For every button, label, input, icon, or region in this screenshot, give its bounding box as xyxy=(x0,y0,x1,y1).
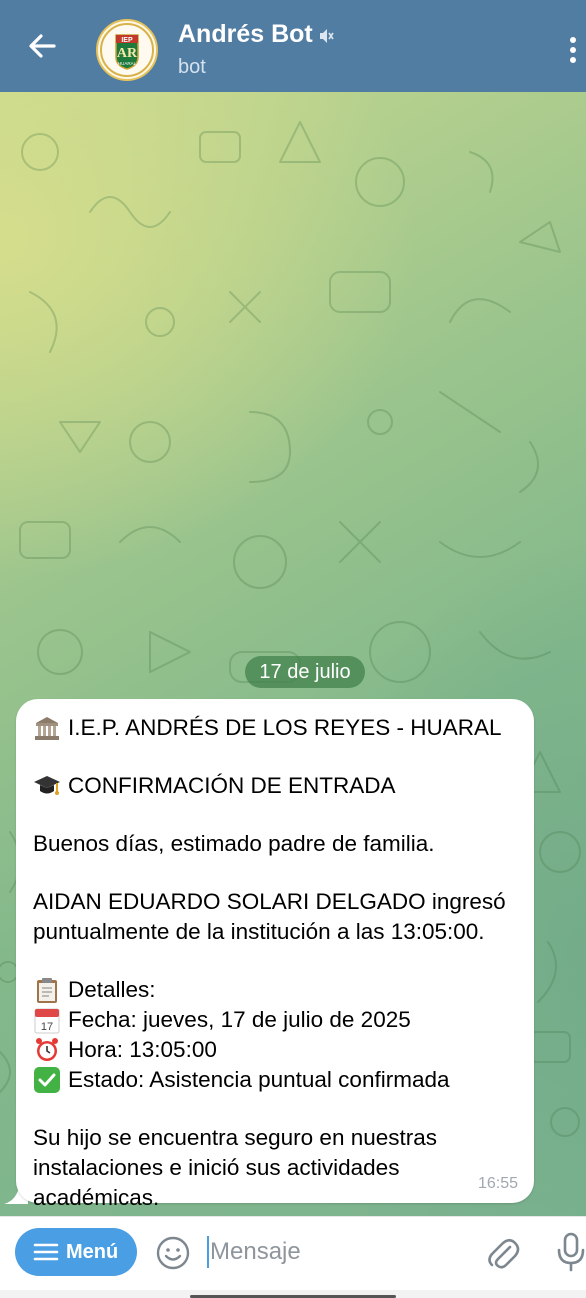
greeting-line: Buenos días, estimado padre de familia. xyxy=(33,831,435,856)
alarm-clock-icon xyxy=(36,1038,58,1061)
school-name-line: I.E.P. ANDRÉS DE LOS REYES - HUARAL xyxy=(68,715,502,740)
message-timestamp: 16:55 xyxy=(477,1175,518,1192)
student-line-2: puntualmente de la institución a las 13:… xyxy=(33,919,485,944)
date-separator: 17 de julio xyxy=(245,656,365,688)
estado-line: Estado: Asistencia puntual confirmada xyxy=(68,1067,450,1092)
chat-area[interactable]: 17 de julio I.E.P. ANDRÉS DE LOS REYES -… xyxy=(0,92,586,1216)
text-cursor xyxy=(207,1236,209,1268)
emoji-icon[interactable] xyxy=(155,1235,191,1271)
student-line-1: AIDAN EDUARDO SOLARI DELGADO ingresó xyxy=(33,889,506,914)
fecha-line: Fecha: jueves, 17 de julio de 2025 xyxy=(68,1007,411,1032)
school-logo-icon: IEP AR HUARAL xyxy=(100,23,154,77)
message-bubble[interactable]: I.E.P. ANDRÉS DE LOS REYES - HUARAL CONF… xyxy=(16,699,534,1210)
confirmation-title-line: CONFIRMACIÓN DE ENTRADA xyxy=(68,773,396,798)
avatar-text-bottom: HUARAL xyxy=(118,61,137,66)
message-input-bar: Menú xyxy=(0,1216,586,1291)
graduation-cap-icon xyxy=(34,776,60,795)
closing-line-3: académicas. xyxy=(33,1185,160,1210)
microphone-icon[interactable] xyxy=(556,1231,586,1273)
bot-menu-button[interactable]: Menú xyxy=(15,1228,137,1276)
details-title: Detalles: xyxy=(68,977,156,1002)
check-mark-icon xyxy=(34,1067,60,1093)
chat-subtitle: bot xyxy=(178,56,206,78)
bot-avatar[interactable]: IEP AR HUARAL xyxy=(96,19,158,81)
menu-icon xyxy=(33,1243,59,1261)
avatar-text-mid: AR xyxy=(117,46,138,61)
menu-button-label: Menú xyxy=(66,1241,119,1263)
muted-icon xyxy=(320,29,334,43)
chat-header: IEP AR HUARAL Andrés Bot bot xyxy=(0,0,586,92)
chat-title[interactable]: Andrés Bot xyxy=(178,20,313,49)
more-options-icon[interactable] xyxy=(566,36,580,64)
attach-icon[interactable] xyxy=(484,1233,520,1273)
clipboard-icon xyxy=(37,978,57,1003)
calendar-icon: 17 xyxy=(34,1008,60,1034)
closing-line-2: instalaciones e inició sus actividades xyxy=(33,1155,400,1180)
closing-line-1: Su hijo se encuentra seguro en nuestras xyxy=(33,1125,438,1150)
message-input[interactable] xyxy=(210,1233,450,1271)
hora-line: Hora: 13:05:00 xyxy=(68,1037,217,1062)
back-arrow-icon[interactable] xyxy=(24,28,60,64)
avatar-text-top: IEP xyxy=(121,37,133,44)
classical-building-icon xyxy=(35,717,59,740)
message-text: I.E.P. ANDRÉS DE LOS REYES - HUARAL CONF… xyxy=(33,713,533,1213)
calendar-day: 17 xyxy=(41,1021,53,1033)
